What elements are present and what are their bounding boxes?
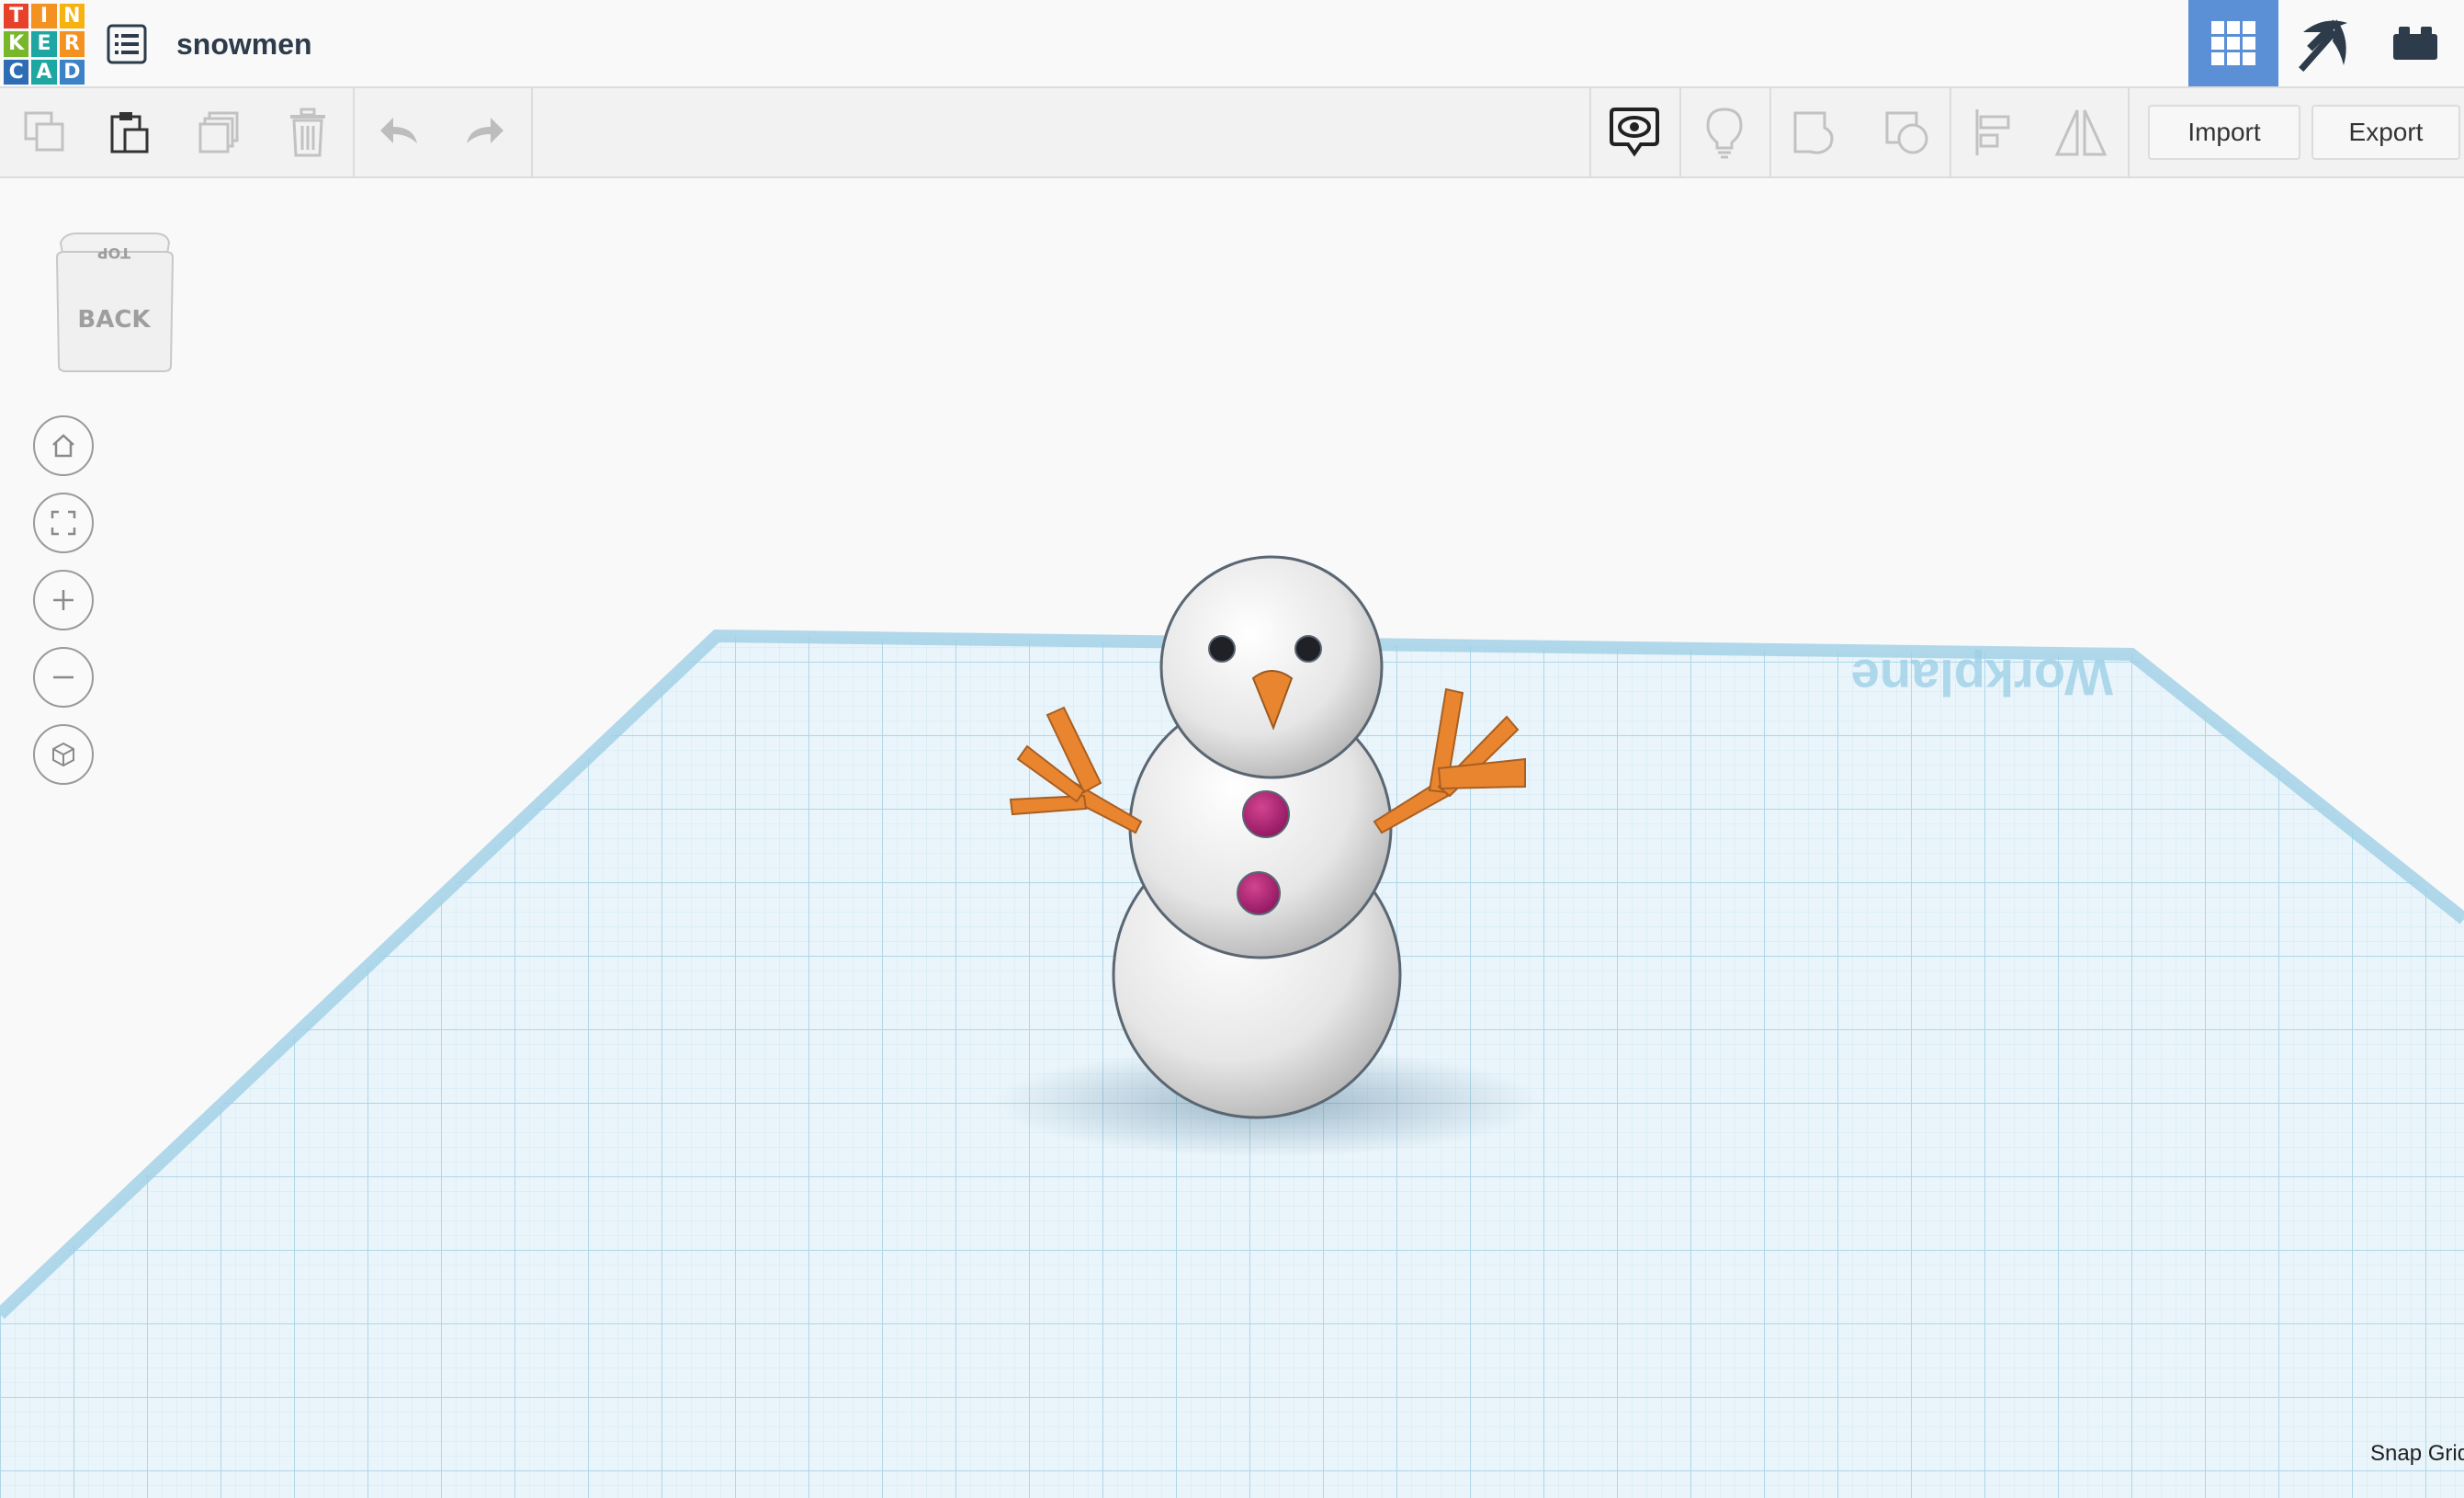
show-all-button[interactable] [1593,88,1676,176]
export-button[interactable]: Export [2311,105,2460,160]
toolbar-divider [353,88,355,176]
logo-letter: T [4,4,29,29]
toolbar-divider [2128,88,2130,176]
align-button[interactable] [1953,88,2036,176]
snowman-head[interactable] [1159,555,1384,779]
snowman-button[interactable] [1242,790,1290,838]
view-blocks-button[interactable] [2280,0,2370,86]
notes-button[interactable] [1683,88,1766,176]
paste-button[interactable] [88,88,171,176]
view-cube-graphic: TOP BACK [55,233,175,372]
align-icon [1975,109,2010,155]
group-button[interactable] [1773,88,1856,176]
copy-button[interactable] [4,88,86,176]
toolbar-divider [1950,88,1951,176]
snowman-button[interactable] [1237,871,1281,915]
delete-button[interactable] [266,88,349,176]
mirror-icon [2054,109,2108,156]
mirror-button[interactable] [2040,88,2122,176]
projection-toggle-button[interactable] [33,724,94,785]
import-button[interactable]: Import [2148,105,2300,160]
logo-letter: N [59,4,85,29]
grid-icon [2211,21,2255,65]
redo-icon [467,118,503,143]
trash-icon [290,108,325,157]
edit-toolbar: Import Export [0,88,2464,178]
logo-letter: C [4,59,29,85]
view-bricks-button[interactable] [2370,0,2460,86]
toolbar-divider [1769,88,1771,176]
lightbulb-icon [1706,108,1743,159]
logo-letter: E [31,31,57,57]
logo-letter: I [31,4,57,29]
redo-button[interactable] [443,88,526,176]
cube-icon [52,742,74,767]
duplicate-icon [198,111,239,153]
fit-view-button[interactable] [33,493,94,553]
clipboard-icon [110,112,149,153]
snap-grid-label[interactable]: Snap Grid [2370,1441,2464,1467]
logo-letter: R [59,31,85,57]
zoom-in-button[interactable] [33,570,94,630]
view-3d-design-button[interactable] [2188,0,2278,86]
view-cube-front-label: BACK [77,306,151,334]
ungroup-icon [1885,111,1928,154]
duplicate-button[interactable] [178,88,261,176]
logo-letter: D [59,59,85,85]
zoom-out-button[interactable] [33,647,94,708]
eye-bubble-icon [1610,108,1659,157]
workplane-label: Workplane [1851,649,2113,707]
undo-button[interactable] [358,88,441,176]
toolbar-divider [531,88,533,176]
copy-icon [24,111,64,152]
fit-icon [51,510,76,536]
logo-letter: A [31,59,57,85]
logo-letter: K [4,31,29,57]
snowman-eye[interactable] [1208,635,1236,663]
design-title[interactable]: snowmen [176,24,312,64]
view-cube[interactable]: TOP BACK [51,228,176,375]
toolbar-divider [1589,88,1591,176]
top-bar: T I N K E R C A D snowmen [0,0,2464,88]
view-cube-top-label: TOP [97,244,131,262]
home-view-button[interactable] [33,415,94,476]
design-list-button[interactable] [107,24,147,64]
snowman-eye[interactable] [1294,635,1322,663]
group-icon [1793,111,1834,154]
list-icon [107,24,147,64]
workplane-canvas[interactable]: Workplane [0,178,2464,1498]
toolbar-divider [1679,88,1681,176]
pickaxe-icon [2299,19,2347,72]
plus-icon [53,590,73,610]
minus-icon [53,675,73,679]
undo-icon [380,118,417,143]
tinkercad-logo[interactable]: T I N K E R C A D [4,4,85,85]
ungroup-button[interactable] [1865,88,1948,176]
brick-icon [2393,27,2437,60]
home-icon [52,434,74,458]
